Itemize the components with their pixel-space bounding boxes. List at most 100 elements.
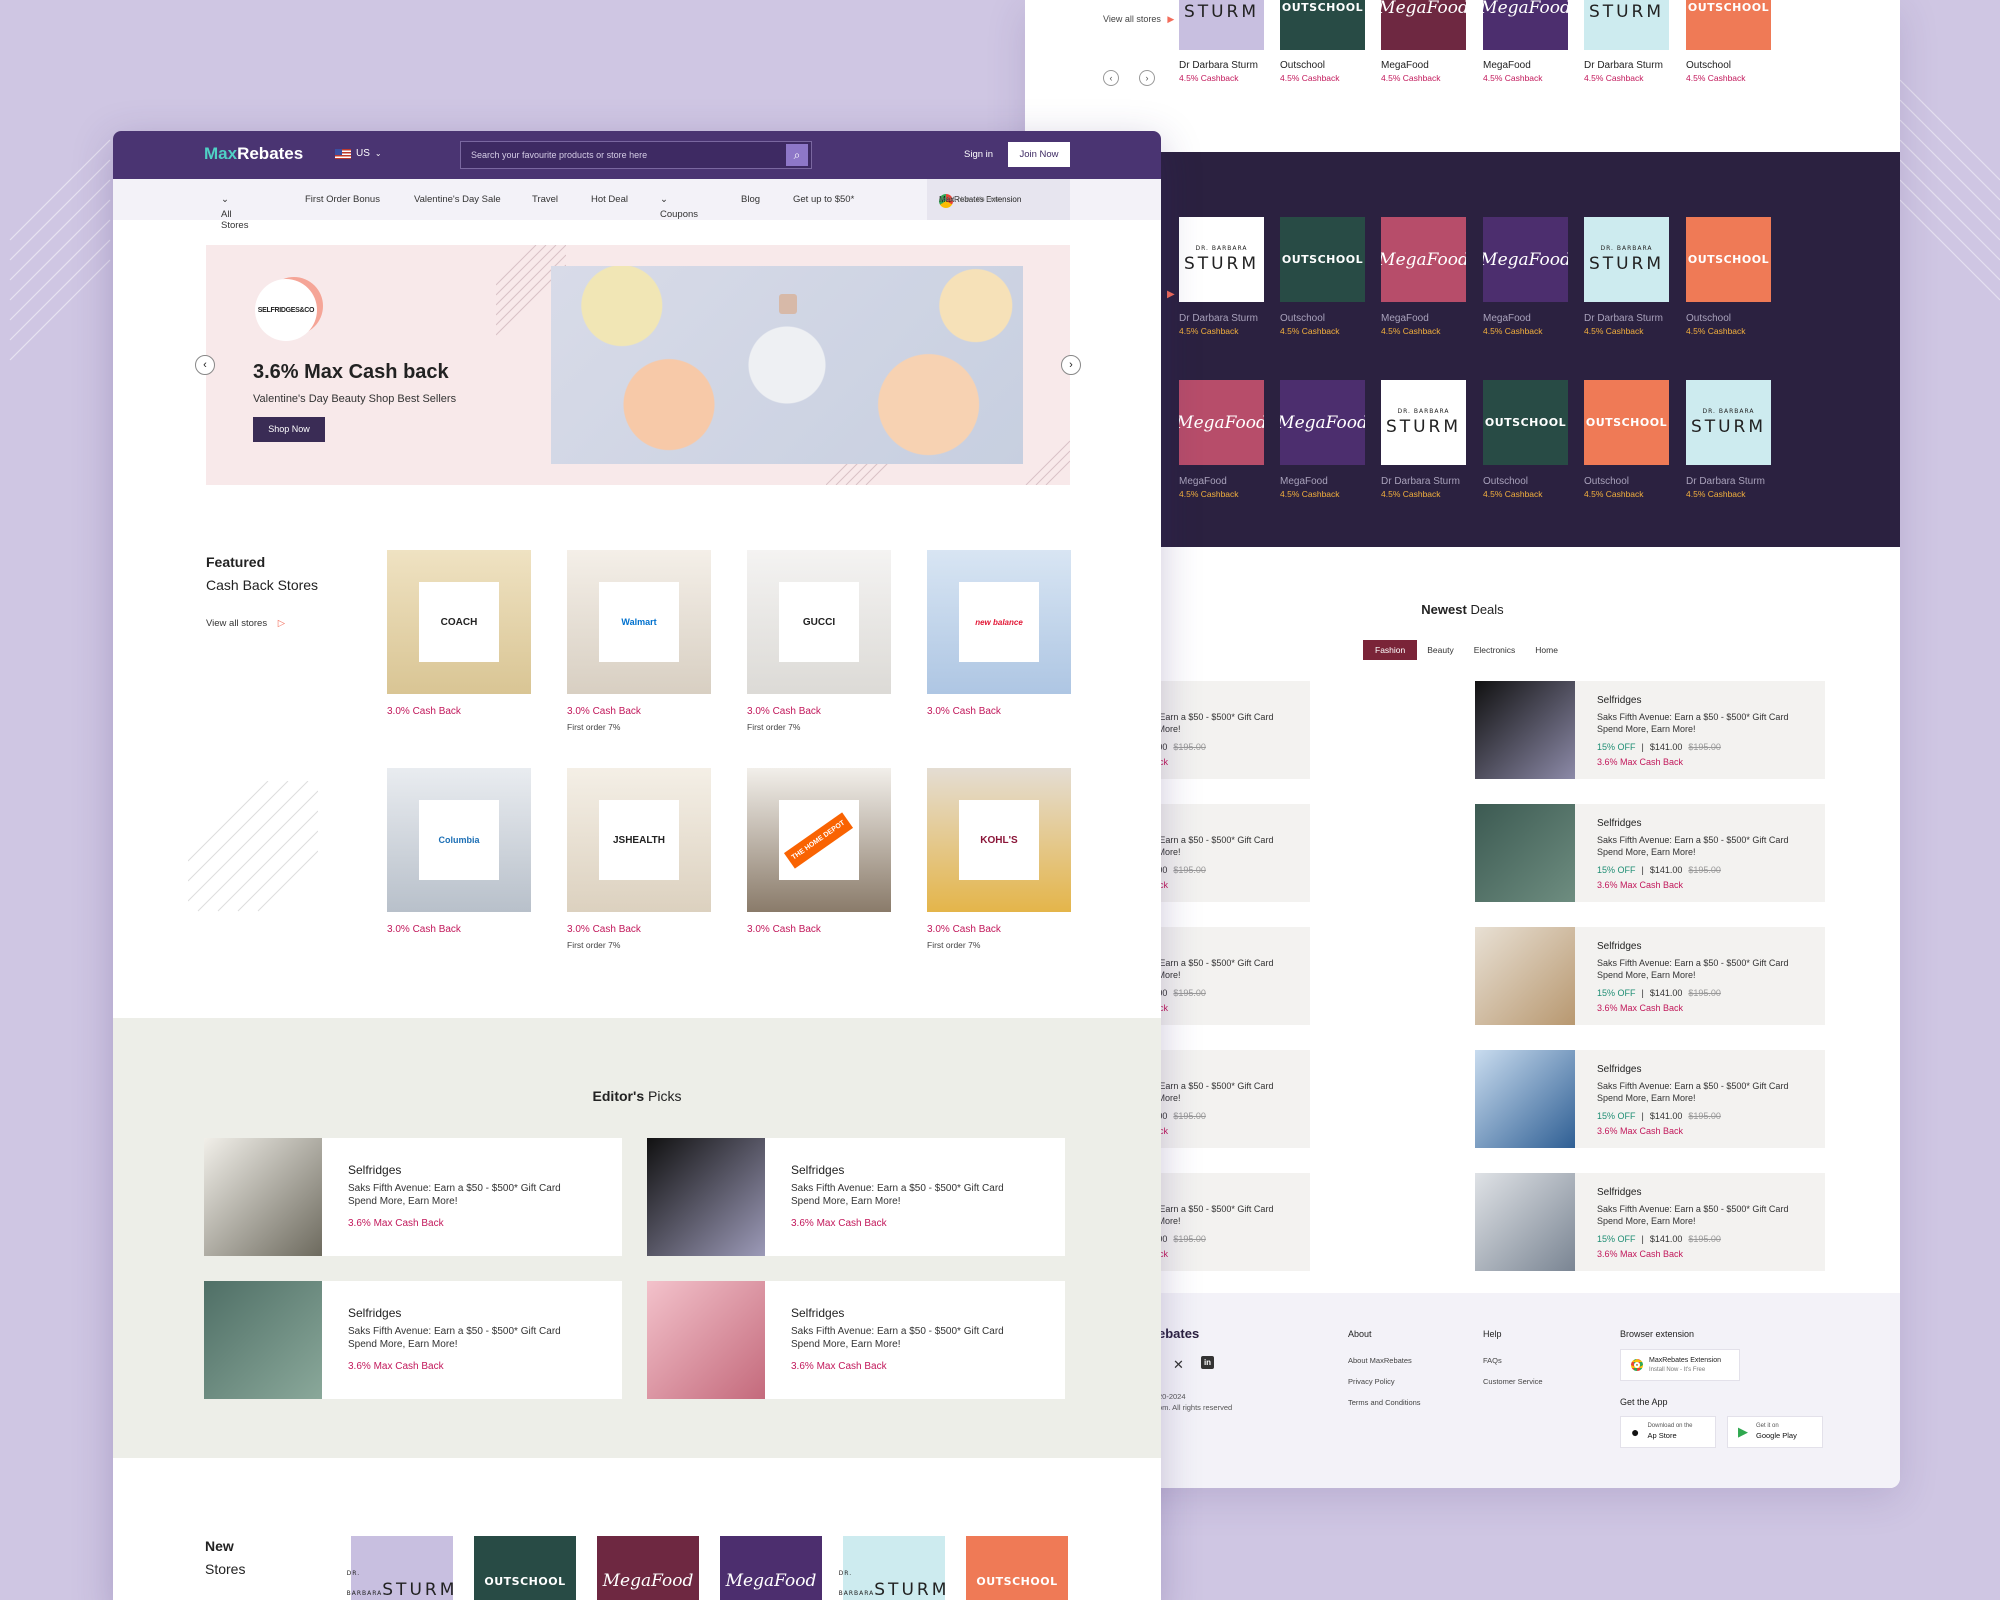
featured-store-card[interactable]: THE HOME DEPOT 3.0% Cash Back [747, 768, 891, 940]
google-play-button[interactable]: ▶ Get it on Google Play [1727, 1416, 1823, 1448]
search-bar[interactable]: Search your favourite products or store … [460, 141, 812, 169]
copyright: 20-2024 om. All rights reserved [1158, 1392, 1233, 1412]
footer-terms-link[interactable]: Terms and Conditions [1348, 1398, 1421, 1407]
sturm-logo: STURM [1385, 417, 1462, 437]
hero-headline: 3.6% Max Cash back [253, 361, 449, 383]
store-tile[interactable]: MegaFood [1483, 0, 1568, 50]
featured-store-card[interactable]: KOHL'S 3.0% Cash Back First order 7% [927, 768, 1071, 950]
search-input[interactable]: Search your favourite products or store … [461, 150, 786, 160]
featured-store-card[interactable]: Columbia 3.0% Cash Back [387, 768, 531, 940]
sturm-logo: STURM [1588, 2, 1665, 22]
store-tile[interactable]: MegaFood [1381, 217, 1466, 302]
deal-image [1475, 927, 1575, 1025]
hero-image-perfume [551, 266, 1023, 464]
nav-hot-deal[interactable]: Hot Deal [591, 194, 628, 205]
featured-view-all-link[interactable]: View all stores ▷ [206, 618, 285, 629]
linkedin-icon[interactable]: in [1201, 1356, 1214, 1369]
megafood-logo: MegaFood [1179, 412, 1264, 433]
search-icon[interactable]: ⌕ [786, 144, 808, 166]
join-now-button[interactable]: Join Now [1008, 142, 1070, 167]
deal-card[interactable]: SelfridgesSaks Fifth Avenue: Earn a $50 … [1475, 1173, 1825, 1271]
store-tile[interactable]: MegaFood [1381, 0, 1466, 50]
footer-extension-button[interactable]: MaxRebates Extension Install Now - It's F… [1620, 1349, 1740, 1381]
pick-image [204, 1281, 322, 1399]
nav-travel[interactable]: Travel [532, 194, 558, 205]
outschool-logo: OUTSCHOOL [1687, 253, 1770, 266]
megafood-logo: MegaFood [1483, 249, 1568, 270]
nav-extension-promo[interactable]: MaxRebates Extension Install Now - It's F… [927, 179, 1070, 220]
megafood-logo: MegaFood [602, 1571, 694, 1591]
editors-pick-card[interactable]: Selfridges Saks Fifth Avenue: Earn a $50 … [204, 1281, 622, 1399]
shop-now-button[interactable]: Shop Now [253, 417, 325, 442]
featured-store-card[interactable]: JSHEALTH 3.0% Cash Back First order 7% [567, 768, 711, 950]
x-social-icon[interactable]: ✕ [1173, 1357, 1184, 1373]
arrow-icon: ▶ [1167, 289, 1175, 300]
deal-image [1475, 1050, 1575, 1148]
chevron-down-icon: ⌄ [374, 149, 382, 158]
store-tile[interactable]: DR. BARBARASTURM [1381, 380, 1466, 465]
footer-privacy-link[interactable]: Privacy Policy [1348, 1377, 1395, 1386]
store-tile[interactable]: MegaFood [1280, 380, 1365, 465]
store-tile[interactable]: OUTSCHOOL [1686, 217, 1771, 302]
deal-card[interactable]: SelfridgesSaks Fifth Avenue: Earn a $50 … [1475, 681, 1825, 779]
footer-faq-link[interactable]: FAQs [1483, 1356, 1502, 1365]
store-tile[interactable]: OUTSCHOOL [1584, 380, 1669, 465]
store-tile[interactable]: OUTSCHOOL [1483, 380, 1568, 465]
new-store-tile[interactable]: DR. BARBARASTURM [347, 1536, 454, 1600]
tab-beauty[interactable]: Beauty [1417, 640, 1463, 660]
nav-get-up-to[interactable]: Get up to $50* [793, 194, 854, 205]
store-logo: GUCCI [779, 582, 859, 662]
store-image: THE HOME DEPOT [747, 768, 891, 912]
outschool-logo: OUTSCHOOL [1484, 416, 1567, 429]
deal-card[interactable]: SelfridgesSaks Fifth Avenue: Earn a $50 … [1475, 1050, 1825, 1148]
store-tile[interactable]: DR. BARBARASTURM [1179, 217, 1264, 302]
editors-pick-card[interactable]: Selfridges Saks Fifth Avenue: Earn a $50 … [204, 1138, 622, 1256]
store-tile[interactable]: OUTSCHOOL [1280, 0, 1365, 50]
next-arrow-button[interactable]: › [1139, 70, 1155, 86]
store-tile-caption: MegaFood 4.5% Cashback [1381, 60, 1441, 83]
logo[interactable]: MaxRebates [204, 144, 303, 164]
store-tile[interactable]: MegaFood [1483, 217, 1568, 302]
store-tile[interactable]: MegaFood [1179, 380, 1264, 465]
editors-pick-card[interactable]: Selfridges Saks Fifth Avenue: Earn a $50 … [647, 1138, 1065, 1256]
featured-store-card[interactable]: COACH 3.0% Cash Back [387, 550, 531, 722]
tab-fashion[interactable]: Fashion [1363, 640, 1418, 660]
hero-next-button[interactable]: › [1061, 355, 1081, 375]
store-tile[interactable]: OUTSCHOOL [1686, 0, 1771, 50]
hero-prev-button[interactable]: ‹ [195, 355, 215, 375]
app-store-button[interactable]: ● Download on the Ap Store [1620, 1416, 1716, 1448]
new-store-tile[interactable]: OUTSCHOOL [474, 1536, 576, 1600]
sturm-logo: STURM [1588, 254, 1665, 274]
store-tile[interactable]: DR. BARBARASTURM [1584, 217, 1669, 302]
store-tile-caption: Dr Darbara Sturm 4.5% Cashback [1584, 313, 1663, 336]
prev-arrow-button[interactable]: ‹ [1103, 70, 1119, 86]
store-tile-caption: MegaFood 4.5% Cashback [1280, 476, 1340, 499]
featured-store-card[interactable]: GUCCI 3.0% Cash Back First order 7% [747, 550, 891, 732]
nav-first-order-bonus[interactable]: First Order Bonus [305, 194, 380, 205]
featured-store-card[interactable]: Walmart 3.0% Cash Back First order 7% [567, 550, 711, 732]
tab-electronics[interactable]: Electronics [1464, 640, 1526, 660]
nav-valentines-sale[interactable]: Valentine's Day Sale [414, 194, 501, 205]
footer-about-link[interactable]: About MaxRebates [1348, 1356, 1412, 1365]
deal-card[interactable]: SelfridgesSaks Fifth Avenue: Earn a $50 … [1475, 927, 1825, 1025]
editors-pick-card[interactable]: Selfridges Saks Fifth Avenue: Earn a $50 … [647, 1281, 1065, 1399]
new-store-tile[interactable]: MegaFood [720, 1536, 822, 1600]
view-all-stores-link[interactable]: View all stores ▶ [1103, 14, 1174, 25]
new-store-tile[interactable]: OUTSCHOOL [966, 1536, 1068, 1600]
nav-blog[interactable]: Blog [741, 194, 760, 205]
country-selector[interactable]: US ⌄ [335, 148, 382, 159]
footer-service-link[interactable]: Customer Service [1483, 1377, 1543, 1386]
store-tile[interactable]: DR. BARBARASTURM [1179, 0, 1264, 50]
deal-card[interactable]: SelfridgesSaks Fifth Avenue: Earn a $50 … [1475, 804, 1825, 902]
featured-store-card[interactable]: new balance 3.0% Cash Back [927, 550, 1071, 722]
nav-coupons[interactable]: Coupons ⌄ [660, 194, 698, 220]
sign-in-link[interactable]: Sign in [964, 149, 993, 160]
store-tile[interactable]: DR. BARBARASTURM [1584, 0, 1669, 50]
new-store-tile[interactable]: MegaFood [597, 1536, 699, 1600]
new-store-tile[interactable]: DR. BARBARASTURM [839, 1536, 946, 1600]
nav-all-stores[interactable]: All Stores ⌄ [221, 194, 248, 231]
tab-home[interactable]: Home [1525, 640, 1568, 660]
new-stores-title: New Stores [205, 1538, 246, 1577]
store-tile[interactable]: DR. BARBARASTURM [1686, 380, 1771, 465]
store-tile[interactable]: OUTSCHOOL [1280, 217, 1365, 302]
